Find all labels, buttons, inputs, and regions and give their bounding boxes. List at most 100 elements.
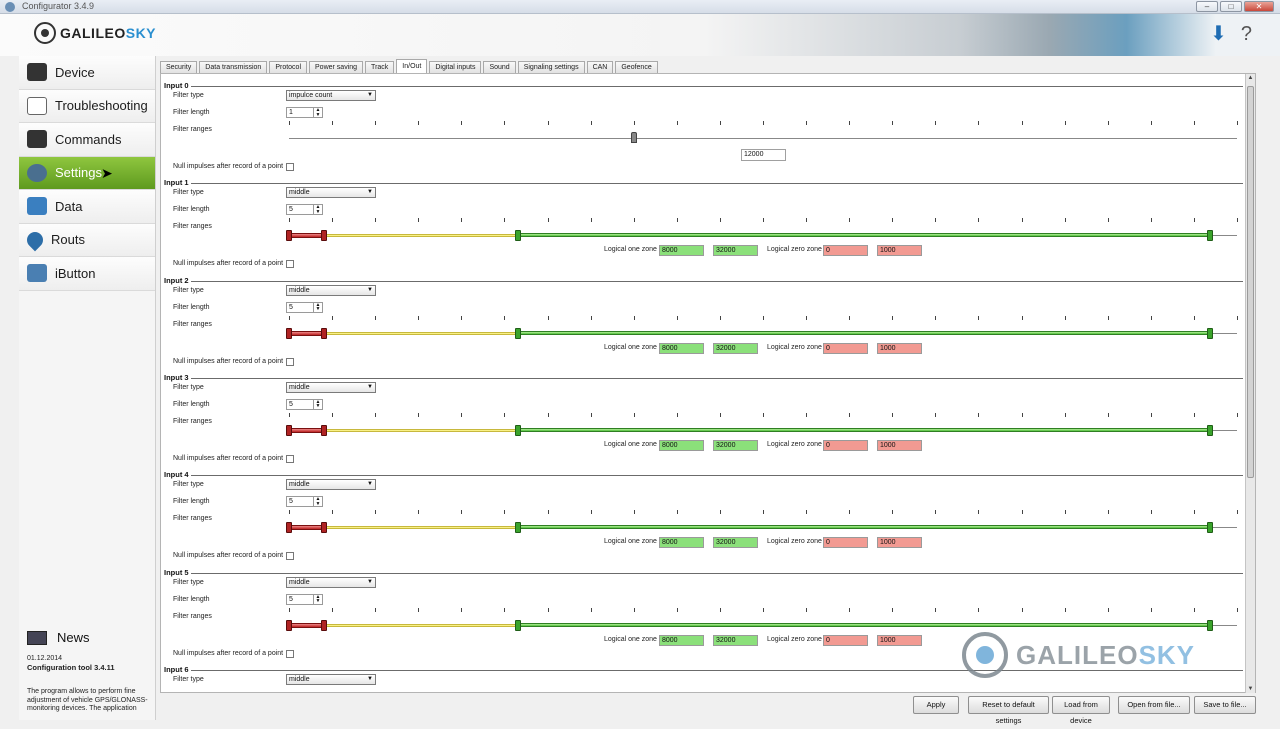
logical-one-max-field[interactable]: 32000: [713, 342, 758, 354]
null-impulses-checkbox[interactable]: [286, 357, 294, 366]
stepper-arrows-icon[interactable]: ▲ ▼: [313, 108, 322, 117]
one-max-handle[interactable]: [1207, 619, 1213, 631]
null-impulses-checkbox[interactable]: [286, 552, 294, 561]
filter-type-select[interactable]: middle ▼: [286, 284, 376, 296]
sidebar-item-settings[interactable]: Settings ➤: [19, 156, 155, 190]
zero-max-handle[interactable]: [321, 619, 327, 631]
logical-zero-max-field[interactable]: 1000: [877, 537, 922, 549]
zero-min-handle[interactable]: [286, 522, 292, 534]
stepper-arrows-icon[interactable]: ▲ ▼: [313, 594, 322, 604]
one-min-handle[interactable]: [515, 230, 521, 242]
logical-one-max-field[interactable]: 32000: [713, 537, 758, 549]
open-from-file-button[interactable]: Open from file...: [1118, 696, 1190, 714]
tab-power-saving[interactable]: Power saving: [309, 61, 364, 73]
download-icon[interactable]: ⬇: [1210, 24, 1227, 44]
filter-type-select[interactable]: middle ▼: [286, 187, 376, 199]
close-button[interactable]: ✕: [1244, 1, 1274, 12]
sidebar-item-troubleshooting[interactable]: Troubleshooting: [19, 89, 155, 123]
logical-one-min-field[interactable]: 8000: [659, 634, 704, 646]
tab-data-transmission[interactable]: Data transmission: [199, 61, 268, 73]
null-impulses-checkbox[interactable]: [286, 649, 294, 658]
zero-max-handle[interactable]: [321, 230, 327, 242]
one-min-handle[interactable]: [515, 327, 521, 339]
null-impulses-checkbox[interactable]: [286, 454, 294, 463]
null-impulses-checkbox[interactable]: [286, 163, 294, 171]
stepper-arrows-icon[interactable]: ▲ ▼: [313, 302, 322, 312]
logical-zero-max-field[interactable]: 1000: [877, 342, 922, 354]
stepper-arrows-icon[interactable]: ▲ ▼: [313, 399, 322, 409]
null-impulses-checkbox[interactable]: [286, 260, 294, 269]
tab-protocol[interactable]: Protocol: [269, 61, 308, 73]
tab-in-out[interactable]: In/Out: [396, 59, 428, 73]
help-icon[interactable]: ?: [1241, 24, 1252, 44]
logical-one-min-field[interactable]: 8000: [659, 537, 704, 549]
logical-zero-max-field[interactable]: 1000: [877, 439, 922, 451]
tab-track[interactable]: Track: [365, 61, 395, 73]
maximize-button[interactable]: □: [1220, 1, 1242, 12]
one-min-handle[interactable]: [515, 619, 521, 631]
logical-zero-min-field[interactable]: 0: [823, 245, 868, 257]
zero-min-handle[interactable]: [286, 424, 292, 436]
scroll-up-icon[interactable]: ▲: [1247, 74, 1254, 82]
stepper-arrows-icon[interactable]: ▲ ▼: [313, 205, 322, 215]
filter-length-stepper[interactable]: 5 ▲ ▼: [286, 593, 323, 605]
logical-one-min-field[interactable]: 8000: [659, 342, 704, 354]
one-min-handle[interactable]: [515, 424, 521, 436]
zero-min-handle[interactable]: [286, 327, 292, 339]
tab-geofence[interactable]: Geofence: [615, 61, 658, 73]
save-to-file-button[interactable]: Save to file...: [1194, 696, 1256, 714]
sidebar-item-device[interactable]: Device: [19, 56, 155, 90]
filter-length-stepper[interactable]: 5 ▲ ▼: [286, 204, 323, 216]
range-slider-handle[interactable]: [631, 132, 637, 143]
logical-one-max-field[interactable]: 32000: [713, 634, 758, 646]
zero-max-handle[interactable]: [321, 522, 327, 534]
tab-can[interactable]: CAN: [586, 61, 614, 73]
stepper-arrows-icon[interactable]: ▲ ▼: [313, 497, 322, 507]
filter-type-select[interactable]: impulce count ▼: [286, 90, 376, 101]
one-min-handle[interactable]: [515, 522, 521, 534]
tab-digital-inputs[interactable]: Digital inputs: [429, 61, 482, 73]
news-link[interactable]: News: [27, 630, 90, 645]
sidebar-item-data[interactable]: Data: [19, 190, 155, 224]
tab-signaling-settings[interactable]: Signaling settings: [517, 61, 585, 73]
logical-zero-min-field[interactable]: 0: [823, 342, 868, 354]
logical-zero-min-field[interactable]: 0: [823, 439, 868, 451]
scroll-down-icon[interactable]: ▼: [1247, 685, 1254, 693]
scrollbar-thumb[interactable]: [1247, 86, 1254, 478]
sidebar-item-routs[interactable]: Routs: [19, 223, 155, 257]
vertical-scrollbar[interactable]: ▲ ▼: [1245, 74, 1255, 693]
filter-type-select[interactable]: middle ▼: [286, 576, 376, 588]
filter-length-stepper[interactable]: 5 ▲ ▼: [286, 398, 323, 410]
one-max-handle[interactable]: [1207, 327, 1213, 339]
filter-length-stepper[interactable]: 5 ▲ ▼: [286, 301, 323, 313]
one-max-handle[interactable]: [1207, 424, 1213, 436]
zero-min-handle[interactable]: [286, 230, 292, 242]
one-max-handle[interactable]: [1207, 522, 1213, 534]
logical-zero-max-field[interactable]: 1000: [877, 245, 922, 257]
sidebar-item-commands[interactable]: Commands: [19, 123, 155, 157]
logical-zero-max-field[interactable]: 1000: [877, 634, 922, 646]
logical-one-min-field[interactable]: 8000: [659, 439, 704, 451]
zero-max-handle[interactable]: [321, 327, 327, 339]
apply-button[interactable]: Apply: [913, 696, 959, 714]
logical-zero-min-field[interactable]: 0: [823, 634, 868, 646]
logical-one-min-field[interactable]: 8000: [659, 245, 704, 257]
logical-one-max-field[interactable]: 32000: [713, 439, 758, 451]
filter-length-stepper[interactable]: 1 ▲ ▼: [286, 107, 323, 118]
logical-one-max-field[interactable]: 32000: [713, 245, 758, 257]
filter-length-stepper[interactable]: 5 ▲ ▼: [286, 496, 323, 508]
filter-type-select[interactable]: middle ▼: [286, 479, 376, 491]
range-value-field[interactable]: 12000: [741, 149, 786, 161]
tab-sound[interactable]: Sound: [483, 61, 516, 73]
load-from-device-button[interactable]: Load from device: [1052, 696, 1110, 725]
minimize-button[interactable]: –: [1196, 1, 1218, 12]
one-max-handle[interactable]: [1207, 230, 1213, 242]
reset-defaults-button[interactable]: Reset to default settings: [968, 696, 1049, 725]
filter-type-select[interactable]: middle ▼: [286, 673, 376, 685]
zero-max-handle[interactable]: [321, 424, 327, 436]
logical-zero-min-field[interactable]: 0: [823, 537, 868, 549]
sidebar-item-ibutton[interactable]: iButton: [19, 257, 155, 291]
filter-type-select[interactable]: middle ▼: [286, 381, 376, 393]
tab-security[interactable]: Security: [160, 61, 198, 73]
zero-min-handle[interactable]: [286, 619, 292, 631]
